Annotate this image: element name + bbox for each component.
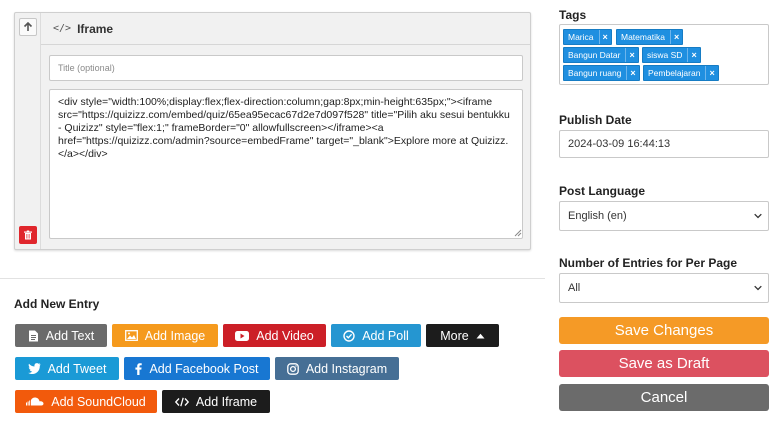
add-facebook-post-button[interactable]: Add Facebook Post: [124, 357, 270, 380]
tag-label: Marica: [568, 32, 594, 42]
resize-handle-icon[interactable]: [514, 229, 522, 237]
tags-input[interactable]: Marica × Matematika × Bangun Datar × sis…: [559, 24, 769, 85]
image-icon: [124, 330, 138, 341]
tag-remove-icon[interactable]: ×: [626, 66, 638, 80]
add-new-entry-title: Add New Entry: [14, 297, 100, 311]
code-brackets-icon: [174, 397, 189, 406]
tag-remove-icon[interactable]: ×: [687, 48, 699, 62]
entry-type-title: Iframe: [77, 21, 114, 36]
caret-up-icon: [476, 333, 485, 338]
add-poll-button[interactable]: Add Poll: [331, 324, 421, 347]
publish-date-label: Publish Date: [559, 113, 632, 127]
tags-label: Tags: [559, 8, 587, 22]
section-divider: [0, 278, 545, 279]
tag-chip: Matematika ×: [616, 29, 684, 45]
chevron-down-icon: [754, 213, 762, 219]
more-label: More: [440, 328, 469, 343]
tag-chip: Bangun ruang ×: [563, 65, 640, 81]
post-language-select[interactable]: English (en): [559, 201, 769, 231]
delete-entry-button[interactable]: [19, 226, 37, 244]
entries-per-page-value: All: [568, 282, 581, 294]
tag-remove-icon[interactable]: ×: [669, 30, 682, 44]
iframe-code-textarea[interactable]: <div style="width:100%;display:flex;flex…: [49, 89, 523, 239]
tag-label: Pembelajaran: [648, 68, 701, 78]
add-iframe-label: Add Iframe: [195, 394, 258, 409]
entries-per-page-select[interactable]: All: [559, 273, 769, 303]
add-poll-label: Add Poll: [362, 328, 409, 343]
add-video-button[interactable]: Add Video: [223, 324, 326, 347]
cancel-button[interactable]: Cancel: [559, 384, 769, 411]
tag-label: Bangun ruang: [568, 68, 622, 78]
tag-chip: Bangun Datar ×: [563, 47, 639, 63]
tag-chip: Marica ×: [563, 29, 612, 45]
add-video-label: Add Video: [256, 328, 314, 343]
add-text-label: Add Text: [45, 328, 95, 343]
chevron-down-icon: [754, 285, 762, 291]
add-soundcloud-label: Add SoundCloud: [51, 394, 146, 409]
add-iframe-button[interactable]: Add Iframe: [162, 390, 270, 413]
arrow-up-icon: [23, 22, 33, 31]
twitter-icon: [27, 363, 41, 374]
save-as-draft-button[interactable]: Save as Draft: [559, 350, 769, 377]
add-instagram-label: Add Instagram: [305, 361, 388, 376]
tag-remove-icon[interactable]: ×: [598, 30, 611, 44]
check-circle-icon: [343, 329, 355, 342]
post-language-label: Post Language: [559, 184, 646, 198]
tag-label: Matematika: [621, 32, 665, 42]
tag-chip: Pembelajaran ×: [643, 65, 719, 81]
save-changes-button[interactable]: Save Changes: [559, 317, 769, 344]
post-language-value: English (en): [568, 210, 627, 222]
trash-icon: [24, 230, 32, 240]
tag-chip: siswa SD ×: [642, 47, 701, 63]
entry-side-controls: [15, 13, 41, 249]
tag-remove-icon[interactable]: ×: [625, 48, 637, 62]
more-button[interactable]: More: [426, 324, 499, 347]
facebook-icon: [135, 362, 143, 375]
add-image-label: Add Image: [144, 328, 206, 343]
add-tweet-button[interactable]: Add Tweet: [15, 357, 119, 380]
add-facebook-label: Add Facebook Post: [149, 361, 259, 376]
add-text-button[interactable]: Add Text: [15, 324, 107, 347]
tag-label: Bangun Datar: [568, 50, 621, 60]
iframe-entry-card: </> Iframe <div style="width:100%;displa…: [14, 12, 531, 250]
entries-per-page-label: Number of Entries for Per Page: [559, 256, 738, 270]
tag-remove-icon[interactable]: ×: [705, 66, 717, 80]
add-instagram-button[interactable]: Add Instagram: [275, 357, 399, 380]
tag-label: siswa SD: [647, 50, 683, 60]
add-tweet-label: Add Tweet: [47, 361, 107, 376]
add-image-button[interactable]: Add Image: [112, 324, 218, 347]
soundcloud-icon: [26, 397, 44, 406]
instagram-icon: [286, 362, 299, 375]
publish-date-input[interactable]: 2024-03-09 16:44:13: [559, 130, 769, 158]
move-up-button[interactable]: [19, 18, 37, 36]
document-icon: [28, 330, 38, 341]
code-icon: </>: [53, 23, 72, 34]
add-soundcloud-button[interactable]: Add SoundCloud: [15, 390, 157, 413]
youtube-icon: [235, 330, 250, 341]
publish-date-value: 2024-03-09 16:44:13: [568, 138, 671, 150]
entry-title-input[interactable]: [49, 55, 523, 81]
entry-header: </> Iframe: [41, 13, 530, 45]
